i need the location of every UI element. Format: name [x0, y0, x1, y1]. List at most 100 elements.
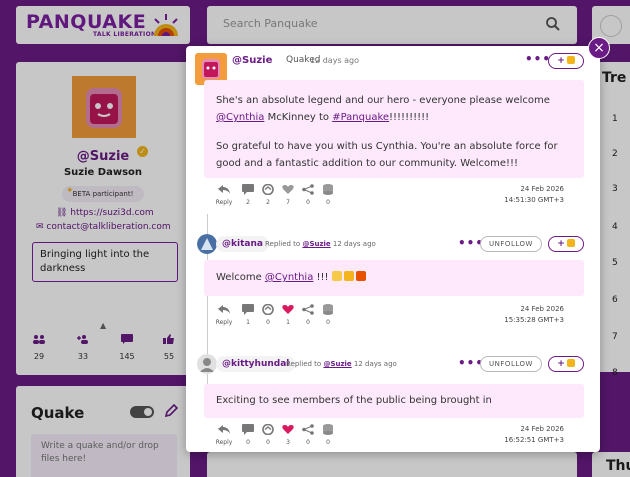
author-chip[interactable]: @kittyhundal [216, 356, 296, 372]
requake-action[interactable]: 0 [258, 304, 278, 326]
like-count: 3 [286, 439, 290, 446]
share-icon [302, 184, 314, 195]
reply-time: 12 days ago [332, 240, 376, 248]
coin-icon [566, 359, 575, 367]
post-timestamp: 24 Feb 2026 15:35:28 GMT+3 [504, 304, 564, 326]
coins-stack-icon [323, 424, 333, 435]
action-bar: Reply 0 0 3 0 0 24 Feb 2026 16:52:51 GMT… [204, 420, 584, 452]
share-icon [302, 424, 314, 435]
replied-handle[interactable]: @Suzie [323, 360, 351, 368]
post-time: 12 days ago [310, 56, 360, 65]
text-segment: McKinney to [264, 112, 333, 123]
follow-label: + [557, 359, 565, 369]
comments-action[interactable]: 1 [238, 304, 258, 326]
close-modal-button[interactable]: × [588, 37, 610, 59]
heart-icon [282, 305, 294, 314]
quake-text-1: She's an absolute legend and our hero - … [216, 92, 576, 126]
main-quake: @Suzie Quaked 12 days ago ••• + She's an… [186, 46, 600, 214]
text-segment: !!!!!!!!!! [389, 112, 430, 123]
requake-action[interactable]: 2 [258, 184, 278, 206]
heart-icon [282, 185, 294, 194]
share-count: 0 [306, 319, 310, 326]
follow-button[interactable]: + [548, 236, 584, 252]
reply-quake: @kittyhundal Replied to @Suzie 12 days a… [186, 354, 600, 452]
coins-stack-icon [323, 304, 333, 315]
mention-link[interactable]: @Cynthia [216, 112, 264, 123]
save-action[interactable]: 0 [318, 304, 338, 326]
reply-label: Reply [215, 439, 233, 446]
share-action[interactable]: 0 [298, 184, 318, 206]
comment-icon [242, 424, 254, 435]
author-handle: @kittyhundal [222, 359, 290, 369]
quake-text-2: So grateful to have you with us Cynthia.… [216, 141, 558, 169]
requake-icon [262, 304, 274, 315]
hashtag-link[interactable]: #Panquake [332, 112, 389, 123]
author-chip[interactable]: @kitana [216, 236, 269, 252]
coin-icon [566, 56, 575, 64]
reply-action[interactable]: Reply [214, 304, 234, 326]
quake-text: Welcome @Cynthia !!! [216, 269, 576, 286]
post-date: 24 Feb 2026 [520, 425, 564, 433]
requake-count: 0 [266, 319, 270, 326]
avatar[interactable] [197, 354, 217, 374]
action-bar: Reply 2 2 7 0 0 24 Feb 2026 14:51:30 GMT… [204, 180, 584, 212]
thread-modal: @Suzie Quaked 12 days ago ••• + She's an… [186, 46, 600, 452]
replied-to: Replied to @Suzie 12 days ago [265, 240, 376, 248]
comment-icon [242, 304, 254, 315]
reply-action[interactable]: Reply [214, 184, 234, 206]
comment-count: 2 [246, 199, 250, 206]
post-timestamp: 24 Feb 2026 14:51:30 GMT+3 [504, 184, 564, 206]
follow-label: + [557, 239, 565, 249]
reply-icon [218, 305, 230, 314]
fireworks-icon [355, 271, 366, 281]
requake-count: 0 [266, 439, 270, 446]
requake-action[interactable]: 0 [258, 424, 278, 446]
comments-action[interactable]: 0 [238, 424, 258, 446]
comment-icon [242, 184, 254, 195]
reply-label: Reply [215, 319, 233, 326]
avatar[interactable] [197, 234, 217, 254]
follow-button[interactable]: + [548, 356, 584, 372]
save-action[interactable]: 0 [318, 184, 338, 206]
heart-icon [282, 425, 294, 434]
like-action[interactable]: 7 [278, 184, 298, 206]
replied-handle[interactable]: @Suzie [302, 240, 330, 248]
coin-icon [566, 239, 575, 247]
unfollow-button[interactable]: UNFOLLOW [480, 236, 542, 252]
text-segment: !!! [313, 272, 332, 283]
save-count: 0 [326, 199, 330, 206]
mention-link[interactable]: @Cynthia [265, 272, 313, 283]
like-action[interactable]: 1 [278, 304, 298, 326]
share-count: 0 [306, 439, 310, 446]
requake-count: 2 [266, 199, 270, 206]
post-date: 24 Feb 2026 [520, 185, 564, 193]
follow-button[interactable]: + [548, 53, 584, 69]
reply-icon [218, 425, 230, 434]
post-clock: 16:52:51 GMT+3 [504, 436, 564, 444]
unfollow-button[interactable]: UNFOLLOW [480, 356, 542, 372]
quake-content: Welcome @Cynthia !!! [204, 260, 584, 296]
reply-icon [218, 185, 230, 194]
like-action[interactable]: 3 [278, 424, 298, 446]
comment-count: 0 [246, 439, 250, 446]
action-bar: Reply 1 0 1 0 0 24 Feb 2026 15:35:28 GMT… [204, 300, 584, 332]
save-action[interactable]: 0 [318, 424, 338, 446]
text-segment: She's an absolute legend and our hero - … [216, 95, 550, 106]
replied-label: Replied to [265, 240, 301, 248]
post-date: 24 Feb 2026 [520, 305, 564, 313]
post-clock: 14:51:30 GMT+3 [504, 196, 564, 204]
quake-content: She's an absolute legend and our hero - … [204, 80, 584, 178]
comments-action[interactable]: 2 [238, 184, 258, 206]
author-handle[interactable]: @Suzie [232, 55, 272, 66]
share-count: 0 [306, 199, 310, 206]
save-count: 0 [326, 319, 330, 326]
post-clock: 15:35:28 GMT+3 [504, 316, 564, 324]
like-count: 1 [286, 319, 290, 326]
clapping-icon [343, 271, 354, 281]
share-action[interactable]: 0 [298, 304, 318, 326]
text-segment: Welcome [216, 272, 265, 283]
save-count: 0 [326, 439, 330, 446]
share-action[interactable]: 0 [298, 424, 318, 446]
reply-time: 12 days ago [353, 360, 397, 368]
reply-action[interactable]: Reply [214, 424, 234, 446]
